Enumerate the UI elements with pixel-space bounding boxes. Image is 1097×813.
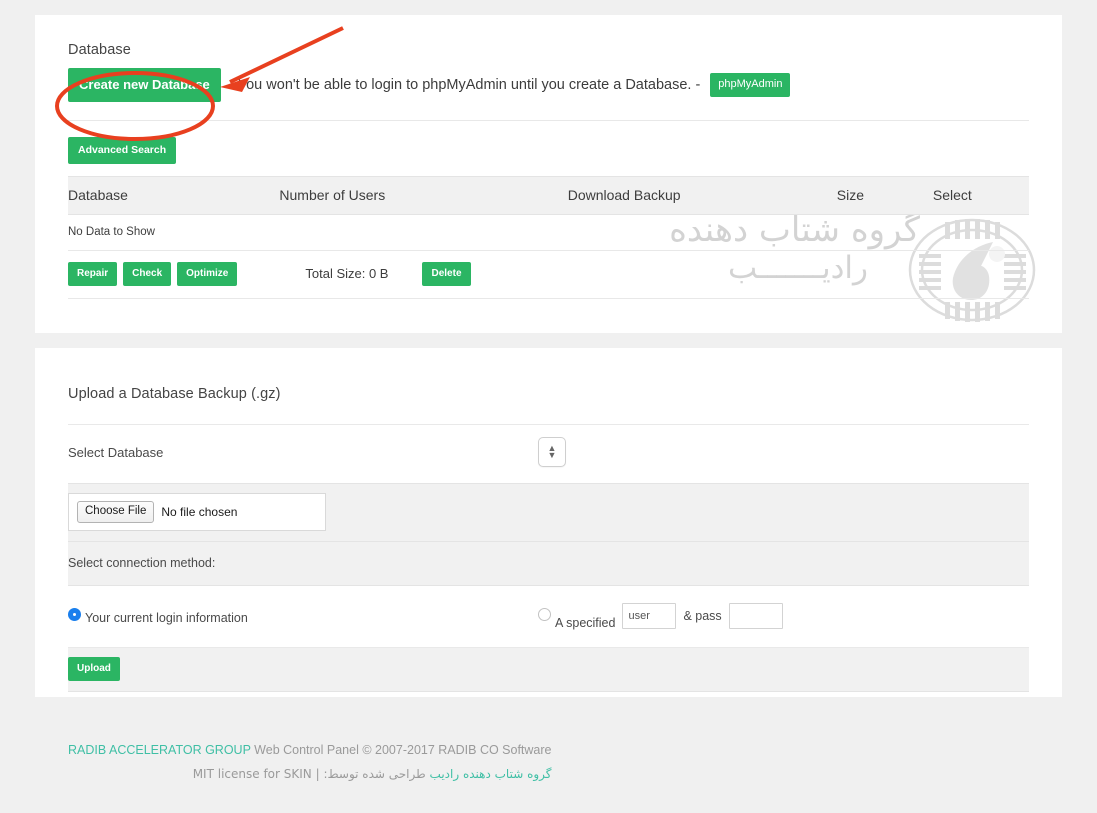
and-pass-label: & pass (683, 609, 722, 623)
radio-specified-login-icon[interactable] (538, 607, 551, 621)
check-button[interactable]: Check (123, 261, 172, 286)
footer-license: MIT license for SKIN (192, 767, 312, 781)
footer-designer-prefix: طراحی شده توسط: (323, 767, 426, 781)
upload-backup-card: Upload a Database Backup (.gz) Select Da… (35, 348, 1062, 697)
database-card-inner: Database Create new Database You won't b… (35, 15, 1062, 299)
username-field[interactable] (622, 603, 677, 629)
column-header-size: Size (836, 175, 933, 215)
connection-method-label: Select connection method: (68, 556, 216, 570)
page-footer: RADIB ACCELERATOR GROUP Web Control Pane… (68, 738, 552, 786)
footer-designer-name[interactable]: گروه شتاب دهنده رادیب (430, 767, 552, 781)
database-notice-text: You won't be able to login to phpMyAdmin… (237, 77, 701, 93)
phpmyadmin-link[interactable]: phpMyAdmin (710, 73, 791, 97)
database-table: Database Number of Users Download Backup… (68, 175, 1029, 299)
advanced-search-row: Advanced Search (68, 121, 1029, 176)
footer-copyright-text: Web Control Panel © 2007-2017 RADIB CO S… (254, 743, 552, 757)
upload-card-inner: Upload a Database Backup (.gz) Select Da… (35, 348, 1062, 692)
table-tools-cell: Repair Check Optimize Total Size: 0 B De… (68, 250, 1029, 299)
upload-section-title: Upload a Database Backup (.gz) (68, 386, 281, 402)
advanced-search-button[interactable]: Advanced Search (68, 137, 177, 164)
select-database-dropdown[interactable] (538, 437, 566, 467)
database-table-head: Database Number of Users Download Backup… (68, 175, 1029, 215)
footer-copyright-line: RADIB ACCELERATOR GROUP Web Control Pane… (68, 738, 552, 762)
create-database-notice-row: Create new Database You won't be able to… (68, 66, 1029, 121)
page-title: Database (68, 42, 131, 58)
file-input[interactable]: Choose File No file chosen (68, 493, 326, 531)
create-new-database-button[interactable]: Create new Database (68, 68, 221, 102)
radio-current-login-icon[interactable] (68, 607, 81, 621)
select-database-wrapper[interactable]: ▲ ▼ (538, 437, 566, 467)
footer-separator: | (315, 767, 320, 781)
table-row-empty: No Data to Show (68, 214, 1029, 251)
select-database-row: Select Database ▲ ▼ (68, 425, 1029, 480)
upload-button[interactable]: Upload (68, 657, 120, 681)
table-header-row: Database Number of Users Download Backup… (68, 175, 1029, 215)
upload-button-row: Upload (68, 648, 1029, 692)
radio-current-login-label: Your current login information (85, 610, 248, 625)
radio-specified-login-label: A specified (555, 616, 616, 630)
delete-button[interactable]: Delete (422, 261, 471, 286)
optimize-button[interactable]: Optimize (177, 261, 238, 286)
column-header-number-of-users: Number of Users (279, 175, 568, 215)
empty-state-message: No Data to Show (68, 214, 1029, 251)
choose-file-button[interactable]: Choose File (77, 500, 155, 524)
password-field[interactable] (728, 603, 783, 629)
table-tools-group: Repair Check Optimize Total Size: 0 B De… (68, 261, 1029, 286)
total-size-label: Total Size: 0 B (305, 266, 389, 281)
column-header-download-backup: Download Backup (567, 175, 837, 215)
select-database-label: Select Database (68, 444, 164, 460)
radio-option-current-login[interactable]: Your current login information (68, 607, 538, 625)
connection-method-options-row: Your current login information A specifi… (68, 586, 1029, 648)
file-status-text: No file chosen (161, 505, 238, 519)
column-header-database: Database (68, 175, 280, 215)
file-upload-row: Choose File No file chosen (68, 483, 1029, 542)
repair-button[interactable]: Repair (68, 261, 118, 286)
footer-brand[interactable]: RADIB ACCELERATOR GROUP (68, 743, 251, 757)
database-table-body: No Data to Show Repair Check Optimize To… (68, 214, 1029, 299)
connection-method-header-row: Select connection method: (68, 542, 1029, 586)
column-header-select: Select (932, 175, 1029, 215)
table-row-tools: Repair Check Optimize Total Size: 0 B De… (68, 250, 1029, 299)
database-card: Database Create new Database You won't b… (35, 15, 1062, 333)
footer-designer-line: گروه شتاب دهنده رادیب طراحی شده توسط: | … (68, 762, 552, 786)
radio-option-specified-login[interactable]: A specified & pass (538, 603, 790, 630)
